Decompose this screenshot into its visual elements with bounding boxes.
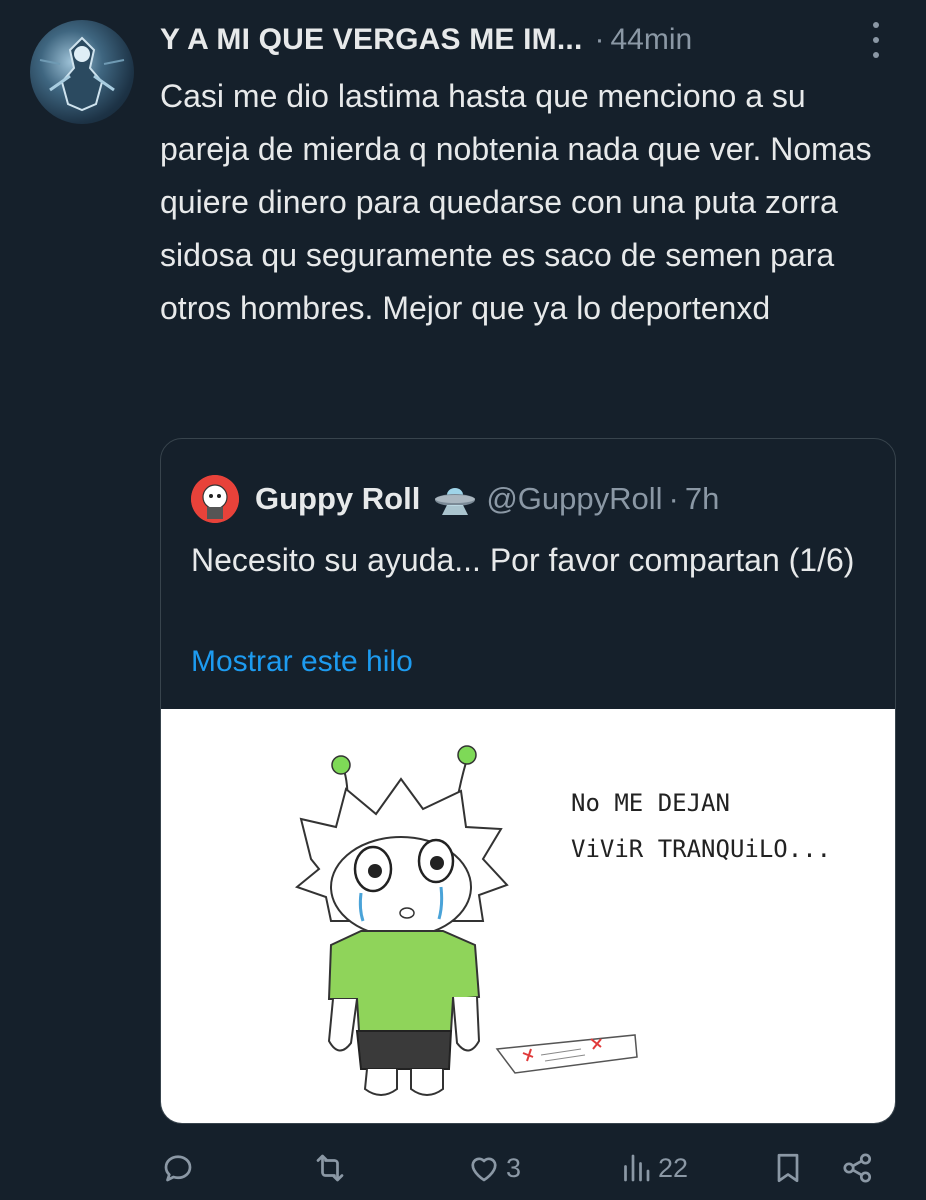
tweet-actions: 3 22 xyxy=(160,1144,890,1192)
like-button[interactable]: 3 xyxy=(466,1144,521,1192)
ufo-emoji-icon xyxy=(435,488,476,515)
share-icon xyxy=(843,1153,872,1183)
show-thread-link[interactable]: Mostrar este hilo xyxy=(191,645,413,679)
reply-icon xyxy=(164,1155,192,1182)
tweet-header: Y A MI QUE VERGAS ME IM... · 44min xyxy=(160,18,886,62)
heart-icon xyxy=(471,1157,497,1182)
views-chart-icon xyxy=(624,1154,650,1182)
header-separator: · xyxy=(594,23,605,56)
views-count: 22 xyxy=(658,1152,689,1183)
quoted-time[interactable]: 7h xyxy=(685,481,719,517)
quoted-image[interactable]: No ME DEJAN ViViR TRANQUiLO... xyxy=(161,709,895,1123)
views-button[interactable]: 22 xyxy=(618,1144,688,1192)
image-caption-line-2: ViViR TRANQUiLO... xyxy=(571,835,831,863)
quoted-tweet[interactable]: Guppy Roll @GuppyRoll · 7h Necesito su a… xyxy=(160,438,896,1124)
like-count: 3 xyxy=(506,1152,522,1183)
more-options-icon[interactable] xyxy=(866,22,886,58)
retweet-button[interactable] xyxy=(312,1144,352,1192)
quoted-header: Guppy Roll @GuppyRoll · 7h xyxy=(191,475,719,523)
image-caption-line-1: No ME DEJAN xyxy=(571,789,730,817)
author-avatar[interactable] xyxy=(30,20,134,124)
bookmark-button[interactable] xyxy=(770,1144,806,1192)
bookmark-icon xyxy=(777,1153,799,1183)
quoted-author-name[interactable]: Guppy Roll xyxy=(255,481,420,517)
quoted-handle[interactable]: @GuppyRoll xyxy=(486,481,662,517)
reply-button[interactable] xyxy=(160,1144,200,1192)
avatar-image xyxy=(39,36,125,112)
tweet-time[interactable]: 44min xyxy=(610,23,692,57)
quoted-separator: · xyxy=(668,481,679,516)
share-button[interactable] xyxy=(840,1144,876,1192)
tweet-text: Casi me dio lastima hasta que menciono a… xyxy=(160,78,872,326)
retweet-icon xyxy=(316,1154,344,1182)
quoted-avatar[interactable] xyxy=(191,475,239,523)
author-name[interactable]: Y A MI QUE VERGAS ME IM... xyxy=(160,23,582,57)
quoted-text: Necesito su ayuda... Por favor compartan… xyxy=(191,542,855,578)
